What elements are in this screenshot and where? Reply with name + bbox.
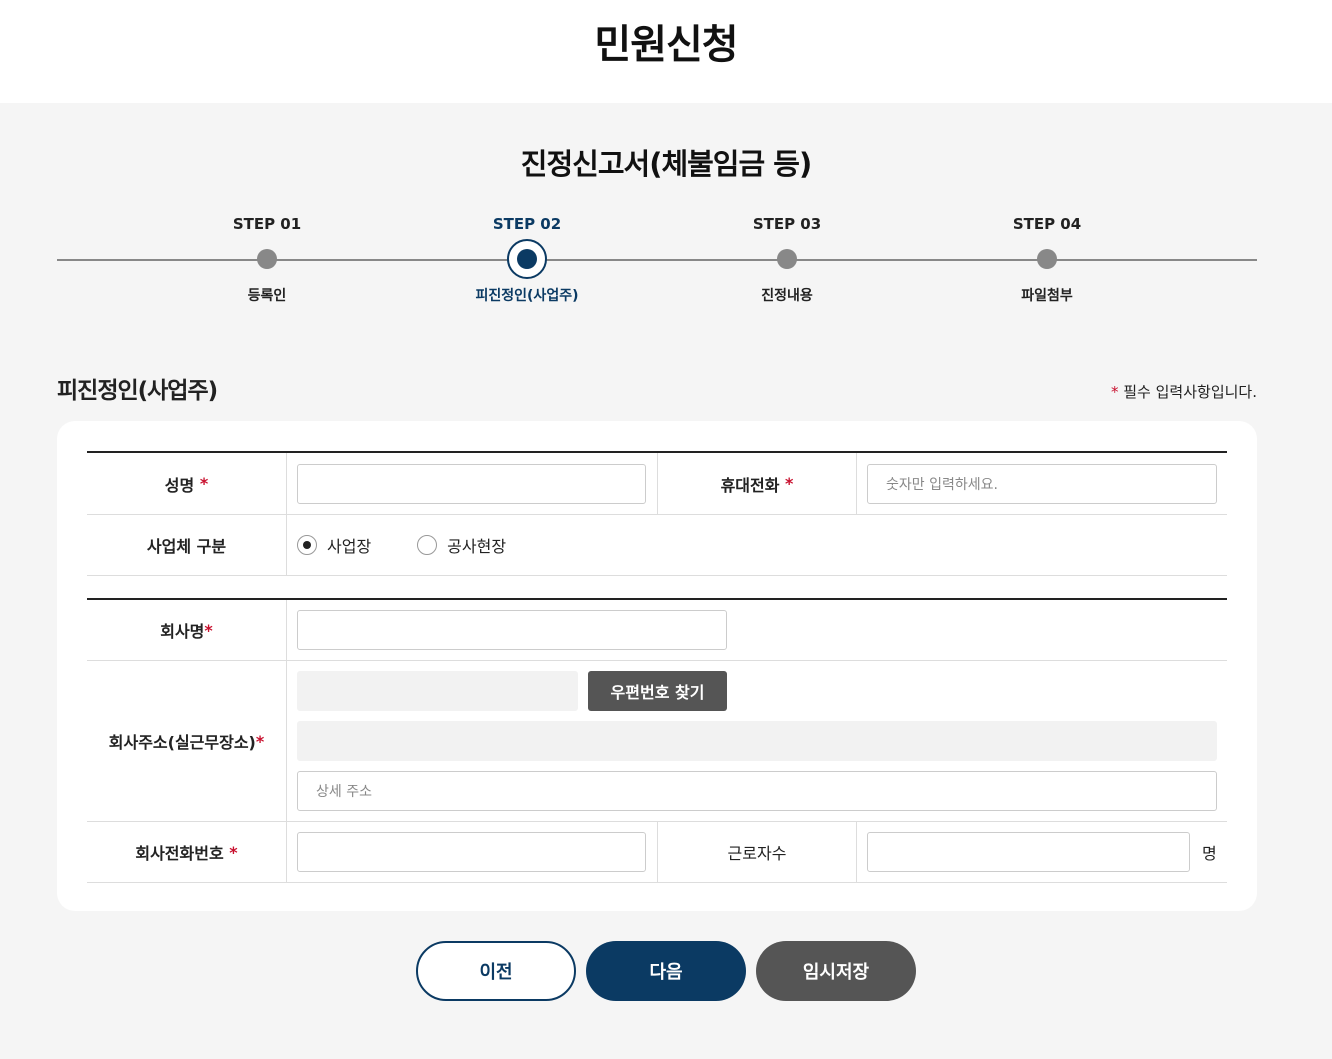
zipcode-input[interactable] — [297, 671, 578, 711]
phone-input[interactable]: 숫자만 입력하세요. — [867, 463, 1217, 504]
biz-type-label: 사업체 구분 — [87, 515, 287, 575]
required-mark: * — [199, 474, 209, 493]
form-table-company: 회사명 * 회사주소(실근무장소) * 우편번호 찾기 상세 주소 회사전화번호… — [87, 598, 1227, 883]
radio-unchecked-icon — [417, 535, 438, 555]
required-mark: * — [204, 620, 213, 640]
form-card: 성명 * 휴대전화 * 숫자만 입력하세요. 사업체 구분 사업장 공사현장 회… — [57, 421, 1257, 911]
company-phone-cell — [287, 822, 657, 882]
temp-save-button[interactable]: 임시저장 — [756, 941, 916, 1001]
required-mark: * — [1110, 383, 1119, 401]
name-label: 성명 * — [87, 453, 287, 514]
workers-unit: 명 — [1202, 844, 1217, 863]
step-2-label: STEP 02 — [492, 215, 562, 233]
required-mark: * — [229, 842, 238, 862]
address-detail-input[interactable]: 상세 주소 — [297, 771, 1217, 811]
step-4-label: STEP 04 — [1012, 215, 1082, 233]
step-1: STEP 01 등록인 — [167, 213, 367, 305]
company-phone-label: 회사전화번호 * — [87, 822, 287, 882]
zip-row: 우편번호 찾기 — [297, 671, 727, 711]
radio-construction-site-label: 공사현장 — [447, 537, 507, 556]
main-content: 진정신고서(체불임금 등) STEP 01 등록인 STEP 02 피진정인(사… — [0, 103, 1332, 1059]
name-label-text: 성명 — [164, 475, 195, 495]
step-4-dot — [1037, 249, 1057, 269]
required-mark: * — [255, 731, 265, 751]
phone-label: 휴대전화 * — [657, 453, 857, 514]
step-1-dot — [257, 249, 277, 269]
company-phone-input[interactable] — [297, 832, 646, 872]
zipcode-search-button[interactable]: 우편번호 찾기 — [588, 671, 727, 711]
step-3-dot — [777, 249, 797, 269]
address-label-text: 회사주소(실근무장소) — [108, 733, 256, 752]
step-3-name: 진정내용 — [761, 288, 813, 304]
required-mark: * — [785, 474, 794, 493]
radio-checked-icon — [297, 535, 317, 555]
required-note: * 필수 입력사항입니다. — [1111, 381, 1257, 402]
name-cell — [287, 453, 657, 514]
company-input[interactable] — [297, 610, 727, 650]
name-input[interactable] — [297, 463, 646, 504]
table-row: 회사주소(실근무장소) * 우편번호 찾기 상세 주소 — [87, 661, 1227, 822]
company-cell — [287, 600, 1227, 660]
table-row: 성명 * 휴대전화 * 숫자만 입력하세요. — [87, 453, 1227, 515]
form-title: 진정신고서(체불임금 등) — [520, 147, 812, 181]
step-2-dot — [507, 239, 547, 279]
phone-label-text: 휴대전화 — [720, 475, 780, 495]
step-4: STEP 04 파일첨부 — [947, 213, 1147, 305]
company-label: 회사명 * — [87, 600, 287, 660]
prev-button[interactable]: 이전 — [416, 941, 576, 1001]
phone-cell: 숫자만 입력하세요. — [857, 453, 1227, 514]
workers-cell: 명 — [857, 822, 1227, 882]
step-2: STEP 02 피진정인(사업주) — [427, 213, 627, 305]
section-title: 피진정인(사업주) — [57, 378, 218, 404]
radio-business-site[interactable]: 사업장 — [297, 533, 371, 557]
radio-business-site-label: 사업장 — [327, 537, 372, 556]
workers-input[interactable] — [867, 832, 1190, 872]
step-1-label: STEP 01 — [232, 215, 302, 233]
step-3-label: STEP 03 — [752, 215, 822, 233]
table-row: 회사전화번호 * 근로자수 명 — [87, 822, 1227, 883]
table-row: 사업체 구분 사업장 공사현장 — [87, 515, 1227, 576]
company-phone-label-text: 회사전화번호 — [135, 844, 224, 863]
address-input[interactable] — [297, 721, 1217, 761]
address-cell: 우편번호 찾기 상세 주소 — [287, 661, 1227, 821]
page-header: 민원신청 — [0, 0, 1332, 103]
required-note-text: 필수 입력사항입니다. — [1123, 383, 1257, 401]
step-2-name: 피진정인(사업주) — [475, 288, 579, 304]
action-buttons: 이전 다음 임시저장 — [0, 941, 1332, 1001]
form-table-employer: 성명 * 휴대전화 * 숫자만 입력하세요. 사업체 구분 사업장 공사현장 — [87, 451, 1227, 576]
step-3: STEP 03 진정내용 — [687, 213, 887, 305]
stepper: STEP 01 등록인 STEP 02 피진정인(사업주) STEP 03 진정… — [57, 213, 1257, 308]
biz-type-cell: 사업장 공사현장 — [287, 515, 1227, 575]
step-4-name: 파일첨부 — [1021, 288, 1073, 304]
address-label: 회사주소(실근무장소) * — [87, 661, 287, 821]
table-row: 회사명 * — [87, 600, 1227, 661]
company-label-text: 회사명 — [160, 622, 205, 641]
next-button[interactable]: 다음 — [586, 941, 746, 1001]
workers-label: 근로자수 — [657, 822, 857, 882]
radio-construction-site[interactable]: 공사현장 — [417, 533, 506, 557]
page-title: 민원신청 — [594, 22, 738, 68]
step-1-name: 등록인 — [247, 288, 287, 304]
